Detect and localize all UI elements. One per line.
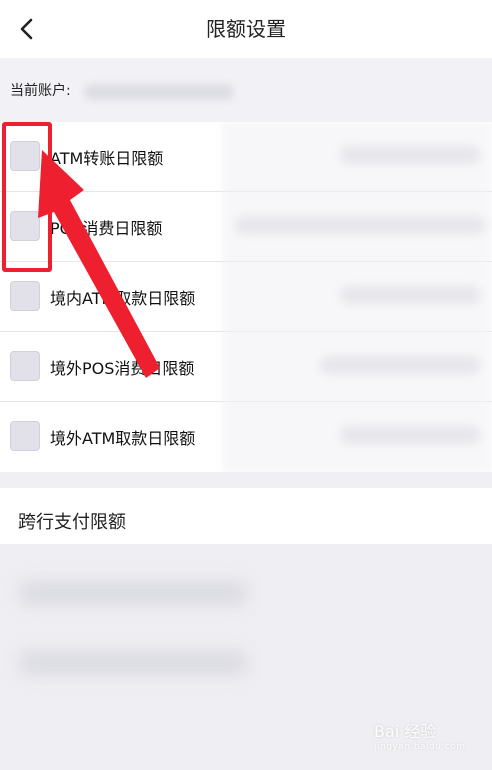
limit-label: POS消费日限额 xyxy=(50,219,163,238)
page-title: 限额设置 xyxy=(206,17,286,41)
top-bar: 限额设置 xyxy=(0,0,492,58)
checkbox[interactable] xyxy=(10,281,40,311)
blurred-row xyxy=(18,580,248,606)
limit-label: 境外ATM取款日限额 xyxy=(50,429,196,448)
annotation-highlight-box xyxy=(2,122,52,272)
watermark-text: Bai 经验 xyxy=(374,722,437,741)
account-bar: 当前账户: xyxy=(0,58,492,122)
blurred-row xyxy=(18,650,248,676)
blurred-panel xyxy=(222,122,492,472)
limit-label: 境内ATM取款日限额 xyxy=(50,289,196,308)
section-header: 跨行支付限额 xyxy=(0,488,492,544)
checkbox[interactable] xyxy=(10,421,40,451)
section-title: 跨行支付限额 xyxy=(18,512,126,533)
checkbox[interactable] xyxy=(10,351,40,381)
limit-label: ATM转账日限额 xyxy=(50,149,164,168)
account-label: 当前账户: xyxy=(10,83,71,99)
section-divider xyxy=(0,472,492,488)
watermark-sub: jingyan.baidu.com xyxy=(374,742,466,752)
watermark: Bai 经验 jingyan.baidu.com xyxy=(374,718,466,752)
account-number-redacted xyxy=(84,84,234,100)
limit-label: 境外POS消费日限额 xyxy=(50,359,195,378)
